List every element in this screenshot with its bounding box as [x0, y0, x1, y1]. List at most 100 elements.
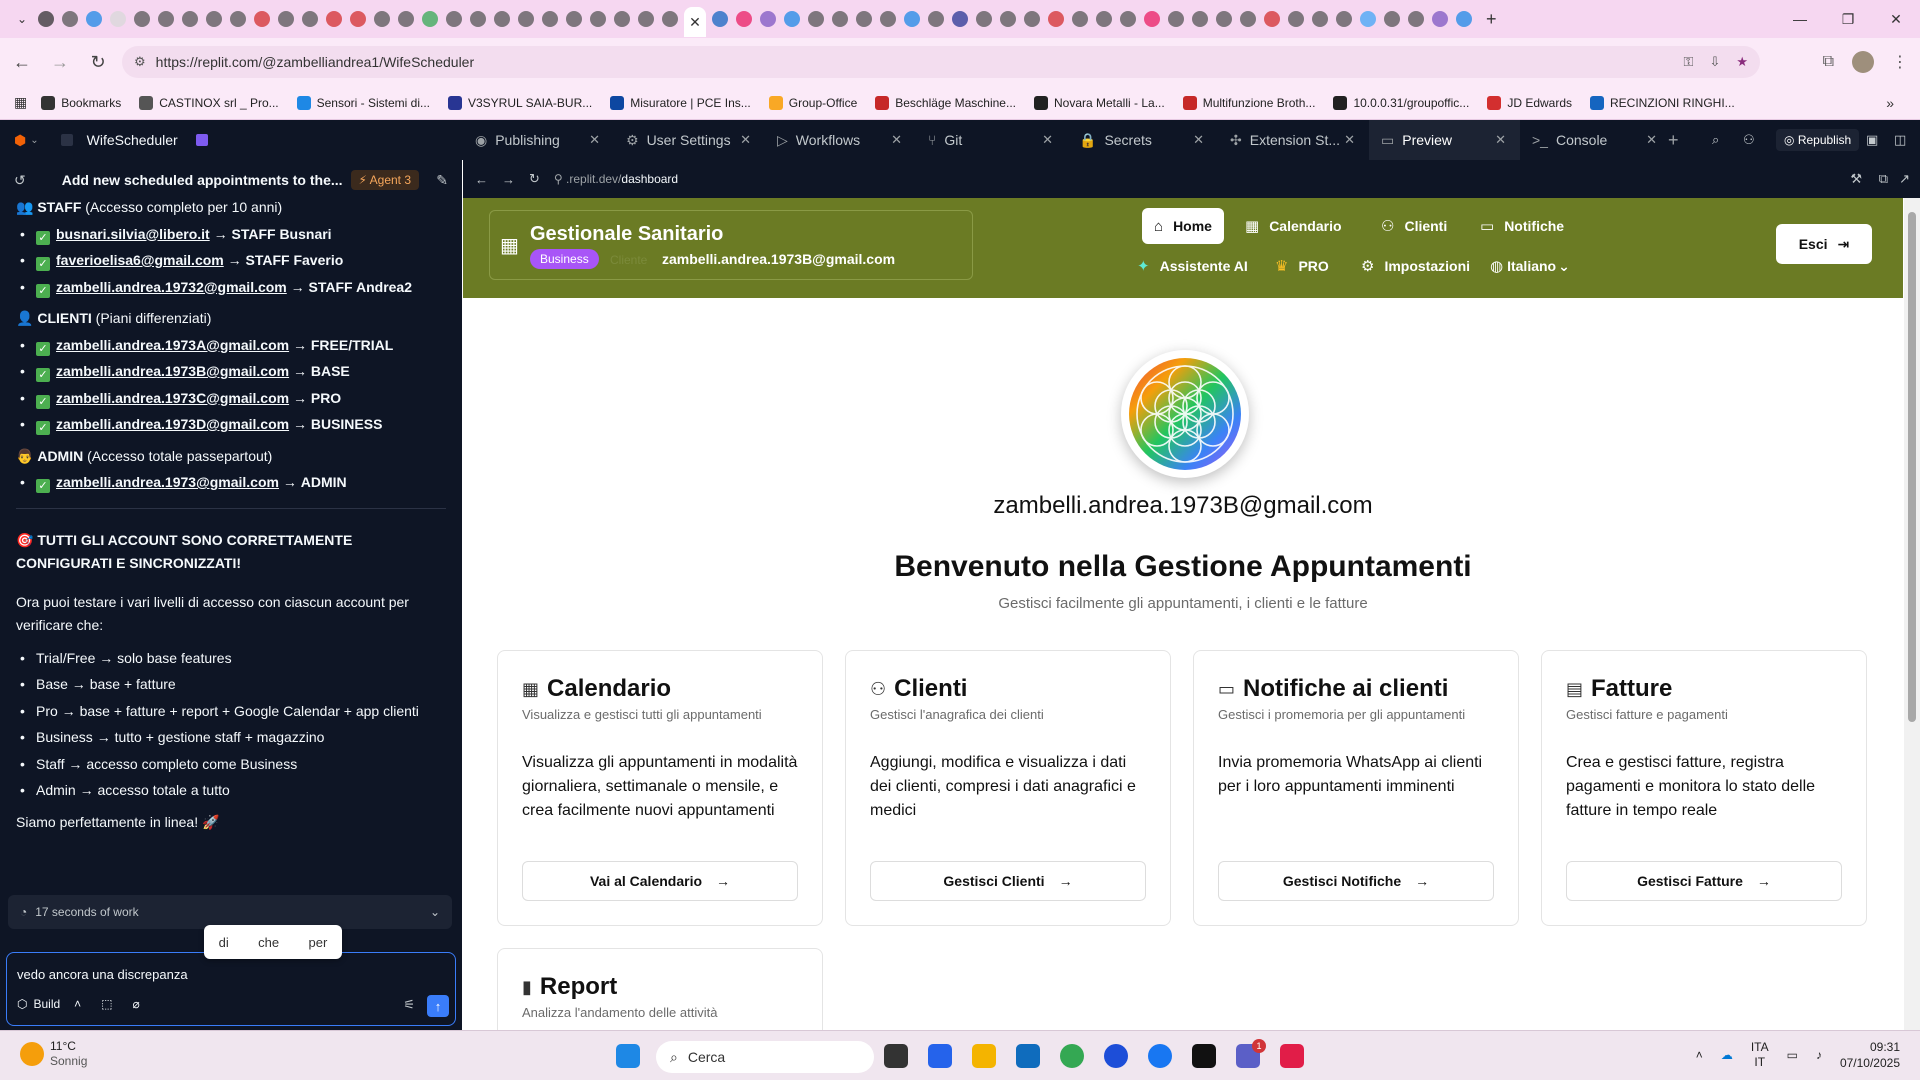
chevron-down-icon[interactable]: ⌄ [30, 135, 38, 146]
browser-tab-favicon-icon[interactable] [38, 11, 54, 27]
select-element-icon[interactable]: ⬚ [101, 997, 112, 1011]
browser-tab-favicon-icon[interactable] [422, 11, 438, 27]
nav-clienti[interactable]: ⚇ Clienti [1369, 208, 1459, 244]
browser-tab-favicon-icon[interactable] [928, 11, 944, 27]
account-email-link[interactable]: zambelli.andrea.1973B@gmail.com [56, 363, 289, 379]
active-tab-close-icon[interactable]: ✕ [684, 7, 706, 37]
bookmark-item[interactable]: Beschläge Maschine... [875, 95, 1016, 110]
browser-tab-favicon-icon[interactable] [1288, 11, 1304, 27]
browser-tab-favicon-icon[interactable] [1336, 11, 1352, 27]
browser-tab-favicon-icon[interactable] [832, 11, 848, 27]
nav-home[interactable]: ⌂ Home [1142, 208, 1224, 244]
bookmark-item[interactable]: Sensori - Sistemi di... [296, 95, 430, 110]
store-icon[interactable] [1192, 1044, 1216, 1068]
more-bookmarks-icon[interactable]: » [1886, 95, 1894, 111]
workspace-tab-user-settings[interactable]: ⚙ User Settings ✕ [614, 120, 765, 160]
browser-tab-favicon-icon[interactable] [1432, 11, 1448, 27]
weather-widget[interactable]: 11°C Sonnig [20, 1039, 87, 1069]
bookmark-item[interactable]: Novara Metalli - La... [1033, 95, 1165, 110]
browser-tab-favicon-icon[interactable] [1168, 11, 1184, 27]
browser-tab-favicon-icon[interactable] [784, 11, 800, 27]
onedrive-icon[interactable]: ☁ [1721, 1048, 1733, 1062]
browser-tab-favicon-icon[interactable] [638, 11, 654, 27]
work-summary-row[interactable]: ◔ 17 seconds of work ⌄ [8, 895, 452, 929]
send-button[interactable]: ↑ [427, 995, 449, 1017]
bookmark-item[interactable]: Misuratore | PCE Ins... [610, 95, 751, 110]
browser-tab-favicon-icon[interactable] [614, 11, 630, 27]
m365-icon[interactable] [928, 1044, 952, 1068]
workspace-tab-workflows[interactable]: ▷ Workflows ✕ [765, 120, 916, 160]
task-view-icon[interactable] [884, 1044, 908, 1068]
language-indicator[interactable]: ITA IT [1751, 1040, 1769, 1070]
layout-toggle-icon[interactable]: ▣ [1866, 132, 1878, 148]
maximize-button[interactable]: ❐ [1824, 0, 1872, 38]
chevron-down-icon[interactable]: ⌄ [430, 905, 440, 919]
browser-tab-favicon-icon[interactable] [1096, 11, 1112, 27]
browser-tab-favicon-icon[interactable] [1120, 11, 1136, 27]
volume-icon[interactable]: ♪ [1816, 1048, 1822, 1062]
browser-tab-favicon-icon[interactable] [904, 11, 920, 27]
workspace-tab-git[interactable]: ⑂ Git ✕ [916, 120, 1067, 160]
account-email-link[interactable]: busnari.silvia@libero.it [56, 226, 210, 242]
browser-tab-favicon-icon[interactable] [158, 11, 174, 27]
account-email-link[interactable]: zambelli.andrea.19732@gmail.com [56, 279, 287, 295]
apps-grid-icon[interactable]: ▦ [14, 94, 27, 111]
settings-sliders-icon[interactable]: ⚟ [403, 997, 415, 1013]
search-app-icon[interactable] [1104, 1044, 1128, 1068]
browser-tab-favicon-icon[interactable] [446, 11, 462, 27]
browser-tab-favicon-icon[interactable] [1384, 11, 1400, 27]
account-email-link[interactable]: zambelli.andrea.1973D@gmail.com [56, 416, 289, 432]
address-bar[interactable]: ⚙ https://replit.com/@zambelliandrea1/Wi… [122, 46, 1760, 78]
workspace-tab-publishing[interactable]: ◉ Publishing ✕ [463, 120, 614, 160]
taskbar-search[interactable]: ⌕ Cerca [656, 1041, 874, 1073]
chat-composer[interactable]: vedo ancora una discrepanza ⬡ Build ˄ ⬚ … [6, 952, 456, 1026]
calendario-button[interactable]: Vai al Calendario → [522, 861, 798, 901]
outlook-icon[interactable] [1016, 1044, 1040, 1068]
close-tab-icon[interactable]: ✕ [1495, 132, 1506, 148]
invite-user-icon[interactable]: ⚇ [1743, 132, 1755, 148]
nav-pro[interactable]: ♛ PRO [1263, 248, 1341, 284]
file-explorer-icon[interactable] [972, 1044, 996, 1068]
browser-tab-favicon-icon[interactable] [1024, 11, 1040, 27]
clock[interactable]: 09:31 07/10/2025 [1840, 1039, 1900, 1071]
snipping-tool-icon[interactable] [1280, 1044, 1304, 1068]
close-window-button[interactable]: ✕ [1872, 0, 1920, 38]
clienti-button[interactable]: Gestisci Clienti → [870, 861, 1146, 901]
scrollbar-thumb[interactable] [1908, 212, 1916, 722]
browser-tab-favicon-icon[interactable] [206, 11, 222, 27]
close-tab-icon[interactable]: ✕ [589, 132, 600, 148]
browser-tab-favicon-icon[interactable] [1216, 11, 1232, 27]
workspace-tab-extension-st-[interactable]: ✣ Extension St... ✕ [1218, 120, 1369, 160]
nav-calendario[interactable]: ▦ Calendario [1233, 208, 1354, 244]
browser-tab-favicon-icon[interactable] [1456, 11, 1472, 27]
facebook-icon[interactable] [1148, 1044, 1172, 1068]
browser-tab-favicon-icon[interactable] [1240, 11, 1256, 27]
replit-logo-icon[interactable]: ⬢ [14, 132, 26, 149]
browser-tab-favicon-icon[interactable] [808, 11, 824, 27]
site-info-icon[interactable]: ⚙ [134, 54, 146, 70]
preview-back-icon[interactable]: ← [475, 172, 488, 187]
browser-tab-favicon-icon[interactable] [326, 11, 342, 27]
browser-tab-favicon-icon[interactable] [566, 11, 582, 27]
browser-tab-favicon-icon[interactable] [1048, 11, 1064, 27]
browser-tab-favicon-icon[interactable] [278, 11, 294, 27]
browser-tab-favicon-icon[interactable] [856, 11, 872, 27]
preview-url[interactable]: ⚲ .replit.dev/dashboard [554, 172, 678, 186]
browser-tab-favicon-icon[interactable] [398, 11, 414, 27]
preview-reload-icon[interactable]: ↻ [529, 171, 540, 187]
profile-avatar[interactable] [1852, 51, 1874, 73]
language-selector[interactable]: ◍ Italiano ⌄ [1478, 248, 1582, 284]
browser-tab-favicon-icon[interactable] [952, 11, 968, 27]
close-tab-icon[interactable]: ✕ [1193, 132, 1204, 148]
bookmark-item[interactable]: CASTINOX srl _ Pro... [139, 95, 279, 110]
bookmark-item[interactable]: Group-Office [768, 95, 857, 110]
nav-impostazioni[interactable]: ⚙ Impostazioni [1349, 248, 1482, 284]
build-mode-button[interactable]: ⬡ Build ˄ ⬚ ⌀ [17, 997, 140, 1011]
browser-tab-favicon-icon[interactable] [1408, 11, 1424, 27]
close-tab-icon[interactable]: ✕ [1042, 132, 1053, 148]
minimize-button[interactable]: — [1776, 0, 1824, 38]
browser-tab-favicon-icon[interactable] [350, 11, 366, 27]
preview-scrollbar[interactable] [1904, 198, 1920, 1030]
browser-menu-icon[interactable]: ⋮ [1892, 52, 1908, 72]
account-email-link[interactable]: zambelli.andrea.1973A@gmail.com [56, 337, 289, 353]
